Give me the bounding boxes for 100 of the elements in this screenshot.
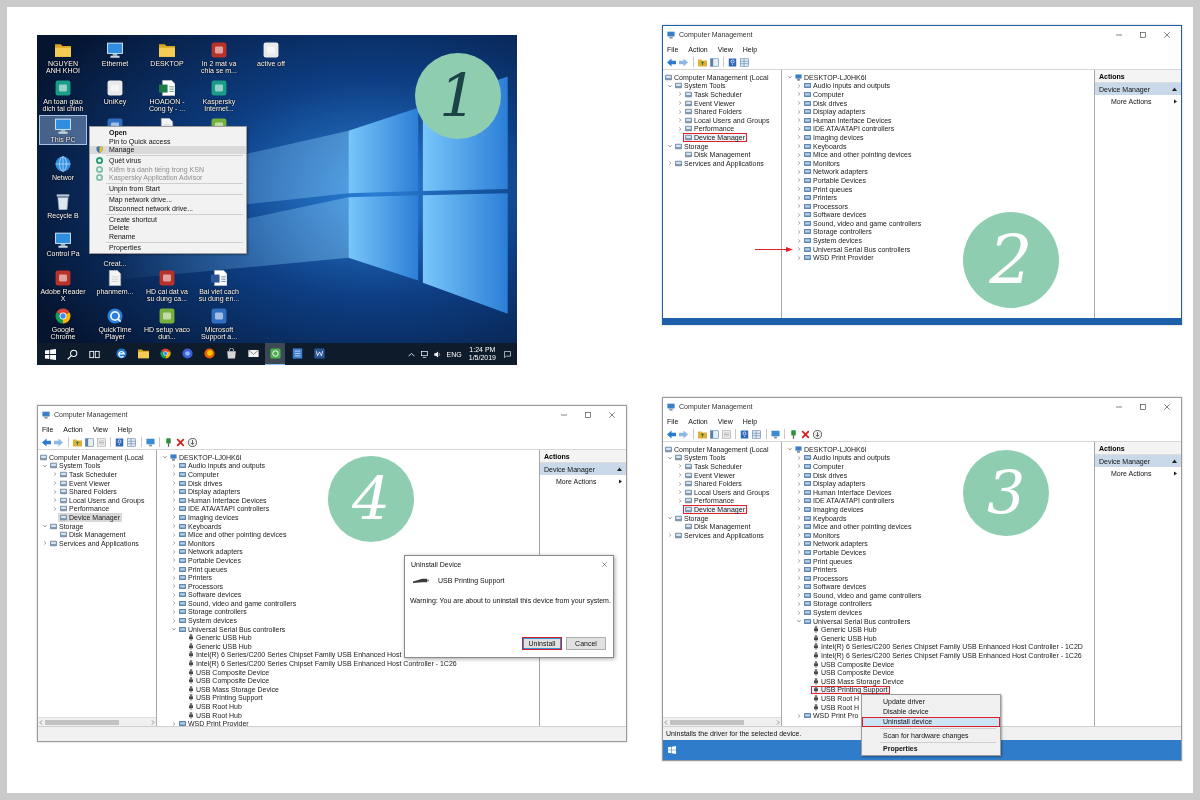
help-icon[interactable] bbox=[728, 57, 737, 67]
chevron-right-icon[interactable] bbox=[796, 516, 801, 521]
panel-icon[interactable] bbox=[709, 57, 719, 67]
chevron-down-icon[interactable] bbox=[171, 627, 176, 632]
grid-icon[interactable] bbox=[752, 429, 761, 439]
chevron-right-icon[interactable] bbox=[171, 481, 176, 486]
chevron-right-icon[interactable] bbox=[796, 152, 801, 157]
circle-arrow-icon[interactable] bbox=[188, 437, 197, 447]
chevron-right-icon[interactable] bbox=[677, 92, 682, 97]
plug-icon[interactable] bbox=[789, 429, 798, 439]
panel-icon[interactable] bbox=[84, 437, 94, 447]
chevron-right-icon[interactable] bbox=[796, 169, 801, 174]
chevron-right-icon[interactable] bbox=[796, 464, 801, 469]
chevron-right-icon[interactable] bbox=[796, 195, 801, 200]
chevron-down-icon[interactable] bbox=[667, 144, 672, 149]
chevron-right-icon[interactable] bbox=[171, 584, 176, 589]
back-icon[interactable] bbox=[667, 429, 676, 439]
list-icon[interactable] bbox=[721, 429, 731, 439]
chevron-up-icon[interactable] bbox=[407, 350, 415, 358]
chevron-right-icon[interactable] bbox=[796, 533, 801, 538]
chevron-right-icon[interactable] bbox=[52, 481, 57, 486]
scrollbar[interactable] bbox=[663, 717, 781, 726]
chevron-down-icon[interactable] bbox=[787, 75, 792, 80]
search-icon[interactable] bbox=[67, 348, 78, 360]
notification-icon[interactable] bbox=[504, 350, 511, 358]
chevron-right-icon[interactable] bbox=[677, 490, 682, 495]
chevron-right-icon[interactable] bbox=[677, 126, 682, 131]
chevron-right-icon[interactable] bbox=[796, 247, 801, 252]
maximize-icon[interactable] bbox=[1140, 403, 1146, 410]
chevron-right-icon[interactable] bbox=[171, 549, 176, 554]
taskbar-button[interactable] bbox=[265, 343, 285, 365]
scroll-right-icon[interactable] bbox=[151, 719, 155, 725]
close-icon[interactable] bbox=[602, 562, 607, 567]
chevron-right-icon[interactable] bbox=[171, 558, 176, 563]
chevron-right-icon[interactable] bbox=[796, 481, 801, 486]
forward-icon[interactable] bbox=[54, 437, 63, 447]
scroll-left-icon[interactable] bbox=[664, 719, 668, 725]
windows-logo-icon[interactable] bbox=[45, 348, 56, 360]
chevron-right-icon[interactable] bbox=[42, 541, 47, 546]
chevron-down-icon[interactable] bbox=[796, 619, 801, 624]
chevron-right-icon[interactable] bbox=[677, 101, 682, 106]
folder-icon[interactable] bbox=[697, 429, 707, 439]
speaker-icon[interactable] bbox=[433, 350, 441, 358]
chevron-right-icon[interactable] bbox=[796, 92, 801, 97]
chevron-down-icon[interactable] bbox=[667, 83, 672, 88]
delete-icon[interactable] bbox=[801, 429, 810, 439]
chevron-right-icon[interactable] bbox=[796, 567, 801, 572]
close-icon[interactable] bbox=[1164, 31, 1170, 38]
maximize-icon[interactable] bbox=[1140, 31, 1146, 38]
chevron-right-icon[interactable] bbox=[677, 109, 682, 114]
chevron-right-icon[interactable] bbox=[796, 101, 801, 106]
forward-icon[interactable] bbox=[679, 57, 688, 67]
plug-icon[interactable] bbox=[164, 437, 173, 447]
chevron-right-icon[interactable] bbox=[171, 524, 176, 529]
chevron-right-icon[interactable] bbox=[796, 109, 801, 114]
maximize-icon[interactable] bbox=[585, 411, 591, 418]
chevron-down-icon[interactable] bbox=[42, 524, 47, 529]
chevron-down-icon[interactable] bbox=[667, 516, 672, 521]
back-icon[interactable] bbox=[667, 57, 676, 67]
chevron-right-icon[interactable] bbox=[796, 610, 801, 615]
help-icon[interactable] bbox=[115, 437, 124, 447]
chevron-right-icon[interactable] bbox=[796, 455, 801, 460]
grid-icon[interactable] bbox=[127, 437, 136, 447]
chevron-right-icon[interactable] bbox=[171, 618, 176, 623]
close-icon[interactable] bbox=[609, 411, 615, 418]
chevron-right-icon[interactable] bbox=[52, 506, 57, 511]
list-icon[interactable] bbox=[96, 437, 106, 447]
chevron-right-icon[interactable] bbox=[171, 472, 176, 477]
minimize-icon[interactable] bbox=[561, 411, 567, 418]
scrollbar[interactable] bbox=[38, 717, 156, 726]
chevron-right-icon[interactable] bbox=[677, 473, 682, 478]
chevron-right-icon[interactable] bbox=[171, 532, 176, 537]
chevron-right-icon[interactable] bbox=[667, 161, 672, 166]
chevron-right-icon[interactable] bbox=[796, 161, 801, 166]
minimize-icon[interactable] bbox=[1116, 31, 1122, 38]
chevron-right-icon[interactable] bbox=[796, 490, 801, 495]
chevron-right-icon[interactable] bbox=[677, 118, 682, 123]
minimize-icon[interactable] bbox=[1116, 403, 1122, 410]
chevron-right-icon[interactable] bbox=[171, 498, 176, 503]
chevron-right-icon[interactable] bbox=[796, 498, 801, 503]
task-view-icon[interactable] bbox=[89, 348, 100, 360]
help-icon[interactable] bbox=[740, 429, 749, 439]
chevron-right-icon[interactable] bbox=[796, 204, 801, 209]
chevron-right-icon[interactable] bbox=[677, 464, 682, 469]
chevron-right-icon[interactable] bbox=[796, 255, 801, 260]
chevron-right-icon[interactable] bbox=[796, 83, 801, 88]
chevron-right-icon[interactable] bbox=[171, 489, 176, 494]
chevron-right-icon[interactable] bbox=[171, 541, 176, 546]
panel-icon[interactable] bbox=[709, 429, 719, 439]
chevron-right-icon[interactable] bbox=[796, 135, 801, 140]
chevron-right-icon[interactable] bbox=[796, 713, 801, 718]
delete-icon[interactable] bbox=[176, 437, 185, 447]
chevron-down-icon[interactable] bbox=[787, 447, 792, 452]
network-icon[interactable] bbox=[420, 350, 428, 358]
chevron-down-icon[interactable] bbox=[162, 455, 167, 460]
chevron-down-icon[interactable] bbox=[667, 455, 672, 460]
chevron-right-icon[interactable] bbox=[171, 721, 176, 726]
back-icon[interactable] bbox=[42, 437, 51, 447]
chevron-right-icon[interactable] bbox=[677, 498, 682, 503]
chevron-right-icon[interactable] bbox=[796, 178, 801, 183]
